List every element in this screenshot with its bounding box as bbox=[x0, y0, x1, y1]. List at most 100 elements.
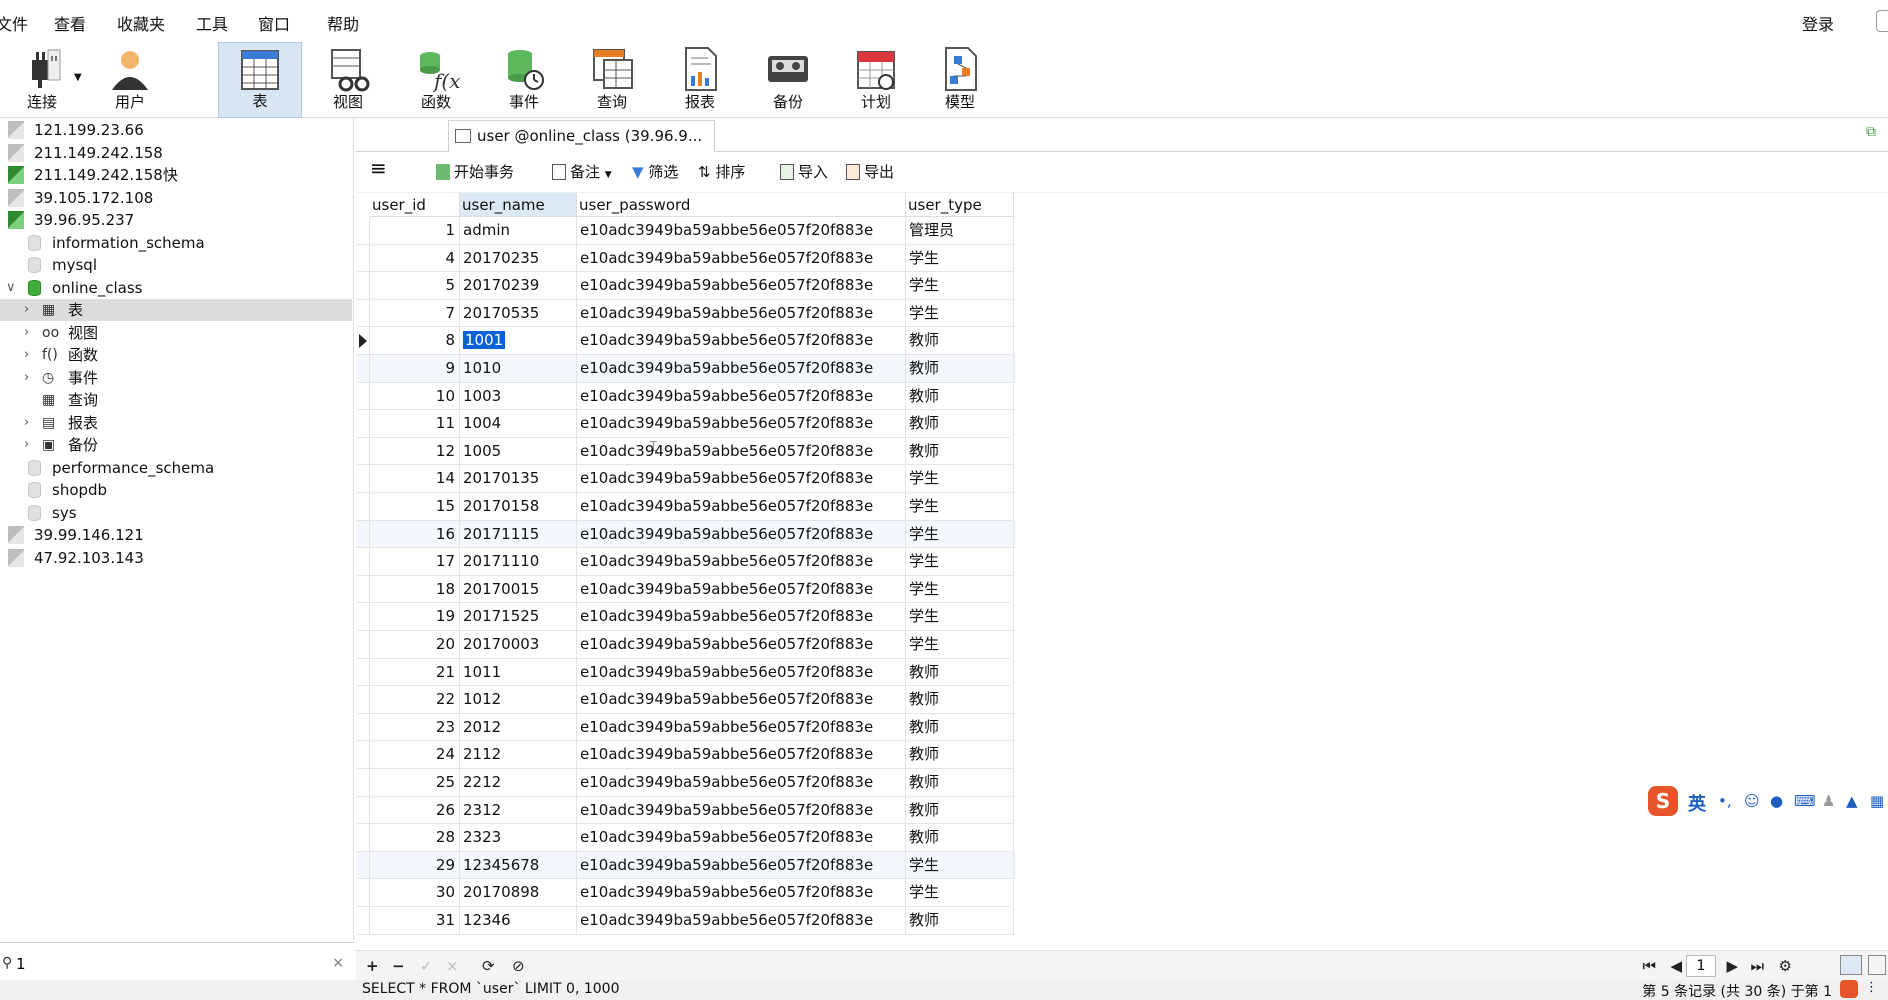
emoji-icon[interactable]: ☺ bbox=[1744, 792, 1760, 810]
tree-item[interactable]: › f() 函数 bbox=[0, 344, 352, 366]
chevron-right-icon[interactable]: › bbox=[24, 367, 29, 389]
form-view-icon[interactable] bbox=[1868, 955, 1886, 975]
cell-user-type[interactable]: 学生 bbox=[906, 603, 1014, 631]
keyboard-icon[interactable]: ⌨ bbox=[1794, 792, 1816, 810]
chat-icon[interactable] bbox=[1876, 10, 1888, 32]
cell-user-password[interactable]: e10adc3949ba59abbe56e057f20f883e bbox=[577, 907, 906, 935]
menu-file[interactable]: 文件 bbox=[0, 11, 28, 35]
cell-user-type[interactable]: 学生 bbox=[906, 575, 1014, 604]
add-record-button[interactable]: + bbox=[366, 957, 379, 975]
cell-user-password[interactable]: e10adc3949ba59abbe56e057f20f883e bbox=[577, 465, 906, 493]
cell-user-name[interactable]: 1010 bbox=[460, 355, 577, 383]
table-row[interactable]: 14 20170135 e10adc3949ba59abbe56e057f20f88… bbox=[356, 465, 1016, 493]
cell-user-type[interactable]: 学生 bbox=[906, 244, 1014, 273]
cell-user-password[interactable]: e10adc3949ba59abbe56e057f20f883e bbox=[577, 327, 906, 355]
cell-user-type[interactable]: 学生 bbox=[906, 465, 1014, 493]
cell-user-name[interactable]: 20170158 bbox=[460, 493, 577, 521]
cell-user-id[interactable]: 12 bbox=[370, 437, 460, 466]
cell-user-name[interactable]: 1003 bbox=[460, 382, 577, 411]
menu-favorites[interactable]: 收藏夹 bbox=[117, 11, 165, 35]
table-row[interactable]: 28 2323 e10adc3949ba59abbe56e057f20f883e 教师 bbox=[356, 824, 1016, 852]
cell-user-password[interactable]: e10adc3949ba59abbe56e057f20f883e bbox=[577, 355, 906, 383]
filter-button[interactable]: ▼ 筛选 bbox=[632, 162, 678, 182]
tree-item[interactable]: mysql bbox=[0, 254, 352, 276]
menu-view[interactable]: 查看 bbox=[54, 11, 86, 35]
cell-user-name[interactable]: 20170235 bbox=[460, 244, 577, 273]
column-header-user-password[interactable]: user_password bbox=[577, 193, 906, 217]
menu-icon[interactable]: ≡ bbox=[370, 158, 387, 178]
cell-user-name[interactable]: 20170898 bbox=[460, 879, 577, 907]
cell-user-password[interactable]: e10adc3949ba59abbe56e057f20f883e bbox=[577, 575, 906, 604]
cell-user-type[interactable]: 学生 bbox=[906, 879, 1014, 907]
apply-changes-button[interactable]: ✓ bbox=[420, 957, 433, 975]
cell-user-type[interactable]: 教师 bbox=[906, 327, 1014, 355]
cell-user-password[interactable]: e10adc3949ba59abbe56e057f20f883e bbox=[577, 217, 906, 245]
cell-user-name[interactable]: 2312 bbox=[460, 796, 577, 825]
cell-user-type[interactable]: 教师 bbox=[906, 686, 1014, 714]
row-indicator[interactable] bbox=[356, 299, 370, 328]
table-row[interactable]: 18 20170015 e10adc3949ba59abbe56e057f20f88… bbox=[356, 575, 1016, 604]
tree-item[interactable]: › oo 视图 bbox=[0, 322, 352, 344]
row-indicator[interactable] bbox=[356, 686, 370, 714]
toolbar-view-button[interactable]: 视图 bbox=[306, 42, 390, 118]
column-header-user-name[interactable]: user_name bbox=[460, 193, 577, 217]
next-page-icon[interactable]: ▶ bbox=[1726, 957, 1738, 975]
login-link[interactable]: 登录 bbox=[1802, 11, 1834, 35]
cell-user-id[interactable]: 15 bbox=[370, 493, 460, 521]
cell-user-id[interactable]: 9 bbox=[370, 355, 460, 383]
row-indicator[interactable] bbox=[356, 465, 370, 493]
cell-user-id[interactable]: 7 bbox=[370, 299, 460, 328]
row-indicator[interactable] bbox=[356, 355, 370, 383]
row-indicator[interactable] bbox=[356, 769, 370, 797]
cell-user-password[interactable]: e10adc3949ba59abbe56e057f20f883e bbox=[577, 851, 906, 880]
row-indicator[interactable] bbox=[356, 796, 370, 825]
cell-user-password[interactable]: e10adc3949ba59abbe56e057f20f883e bbox=[577, 548, 906, 576]
microphone-icon[interactable]: ● bbox=[1770, 792, 1783, 810]
table-row[interactable]: 8 1001 e10adc3949ba59abbe56e057f20f883e 教师 bbox=[356, 327, 1016, 355]
cell-user-id[interactable]: 10 bbox=[370, 382, 460, 411]
chevron-right-icon[interactable]: › bbox=[24, 412, 29, 434]
table-row[interactable]: 16 20171115 e10adc3949ba59abbe56e057f20f88… bbox=[356, 520, 1016, 549]
cell-user-type[interactable]: 教师 bbox=[906, 907, 1014, 935]
cell-user-password[interactable]: e10adc3949ba59abbe56e057f20f883e bbox=[577, 520, 906, 549]
table-row[interactable]: 20 20170003 e10adc3949ba59abbe56e057f20f88… bbox=[356, 631, 1016, 659]
row-indicator[interactable] bbox=[356, 244, 370, 273]
cell-user-name[interactable]: 1005 bbox=[460, 437, 577, 466]
cell-user-id[interactable]: 16 bbox=[370, 520, 460, 549]
cell-user-id[interactable]: 24 bbox=[370, 741, 460, 769]
table-row[interactable]: 23 2012 e10adc3949ba59abbe56e057f20f883e 教师 bbox=[356, 713, 1016, 742]
cell-user-type[interactable]: 教师 bbox=[906, 796, 1014, 825]
cell-user-type[interactable]: 教师 bbox=[906, 410, 1014, 438]
cell-user-type[interactable]: 学生 bbox=[906, 299, 1014, 328]
skin-icon[interactable]: ▲ bbox=[1846, 792, 1858, 810]
close-icon[interactable]: × bbox=[332, 955, 344, 971]
cell-user-type[interactable]: 教师 bbox=[906, 769, 1014, 797]
row-indicator[interactable] bbox=[356, 493, 370, 521]
chevron-right-icon[interactable]: › bbox=[24, 322, 29, 344]
cell-user-password[interactable]: e10adc3949ba59abbe56e057f20f883e bbox=[577, 686, 906, 714]
cell-user-password[interactable]: e10adc3949ba59abbe56e057f20f883e bbox=[577, 879, 906, 907]
table-row[interactable]: 29 12345678 e10adc3949ba59abbe56e057f20f88… bbox=[356, 851, 1016, 880]
row-indicator[interactable] bbox=[356, 824, 370, 852]
row-indicator[interactable] bbox=[356, 713, 370, 742]
cell-user-name[interactable]: 20171115 bbox=[460, 520, 577, 549]
tree-item[interactable]: 47.92.103.143 bbox=[0, 547, 352, 569]
table-row[interactable]: 31 12346 e10adc3949ba59abbe56e057f20f883e 教… bbox=[356, 907, 1016, 935]
cell-user-password[interactable]: e10adc3949ba59abbe56e057f20f883e bbox=[577, 741, 906, 769]
cell-user-name[interactable]: 1004 bbox=[460, 410, 577, 438]
chevron-down-icon[interactable]: ▼ bbox=[74, 72, 82, 83]
tree-item[interactable]: 39.105.172.108 bbox=[0, 187, 352, 209]
cell-user-name[interactable]: 20170015 bbox=[460, 575, 577, 604]
cell-user-type[interactable]: 教师 bbox=[906, 437, 1014, 466]
export-button[interactable]: 导出 bbox=[846, 162, 894, 182]
delete-record-button[interactable]: − bbox=[392, 957, 405, 975]
tray-menu-icon[interactable]: ⋮ bbox=[1865, 980, 1878, 995]
table-row[interactable]: 19 20171525 e10adc3949ba59abbe56e057f20f88… bbox=[356, 603, 1016, 631]
column-header-user-id[interactable]: user_id bbox=[370, 193, 460, 217]
chevron-down-icon[interactable]: ∨ bbox=[6, 277, 16, 299]
tree-item[interactable]: ▦ 查询 bbox=[0, 389, 352, 411]
table-row[interactable]: 5 20170239 e10adc3949ba59abbe56e057f20f883… bbox=[356, 272, 1016, 300]
cell-user-name[interactable]: 2323 bbox=[460, 824, 577, 852]
cell-user-type[interactable]: 学生 bbox=[906, 520, 1014, 549]
row-indicator[interactable] bbox=[356, 603, 370, 631]
